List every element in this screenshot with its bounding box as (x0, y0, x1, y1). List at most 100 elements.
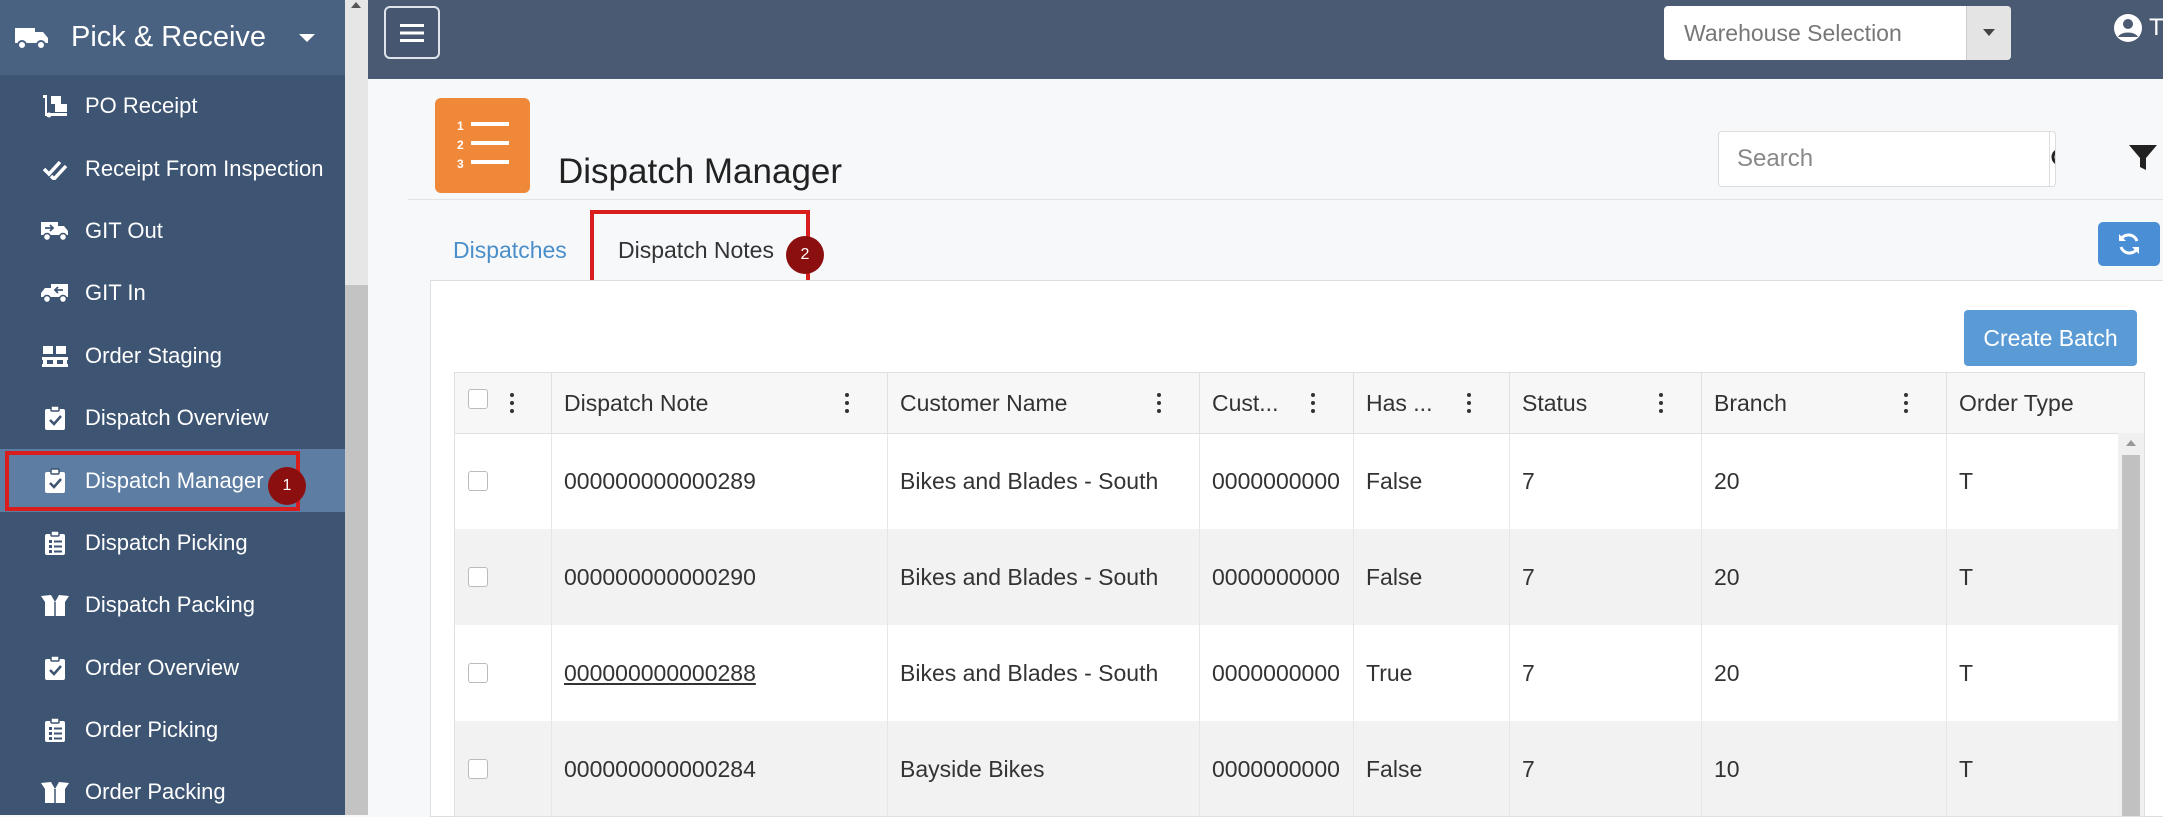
sidebar-item-order-picking[interactable]: Order Picking (0, 699, 345, 761)
cell-cust-value: 0000000000 (1212, 659, 1340, 686)
cell-cust: 0000000000 (1200, 433, 1354, 529)
sidebar-item-label: Order Staging (85, 342, 222, 368)
tab-dispatches[interactable]: Dispatches (453, 237, 567, 264)
truck-out-icon (40, 217, 70, 245)
cell-has: False (1354, 433, 1510, 529)
column-menu-icon[interactable] (1157, 393, 1161, 413)
chevron-down-icon[interactable] (1966, 6, 2011, 60)
cell-status: 7 (1510, 433, 1702, 529)
cell-dispatch-note-value[interactable]: 000000000000288 (564, 660, 756, 687)
sidebar-section-header[interactable]: Pick & Receive (0, 0, 345, 75)
column-header-status[interactable]: Status (1510, 373, 1702, 433)
sidebar-item-order-overview[interactable]: Order Overview (0, 637, 345, 699)
cell-branch-value: 20 (1714, 563, 1740, 590)
sidebar-scroll-thumb[interactable] (345, 285, 368, 815)
table-row[interactable]: 000000000000290 Bikes and Blades - South 0… (455, 529, 2118, 625)
sidebar-item-dispatch-packing[interactable]: Dispatch Packing (0, 574, 345, 636)
column-header-cust[interactable]: Cust... (1200, 373, 1354, 433)
cell-has-value: False (1366, 755, 1423, 782)
cell-has: False (1354, 721, 1510, 816)
sidebar-item-dispatch-overview[interactable]: Dispatch Overview (0, 387, 345, 449)
row-checkbox[interactable] (468, 471, 488, 491)
search-button[interactable] (2049, 132, 2055, 186)
sidebar-item-order-staging[interactable]: Order Staging (0, 325, 345, 387)
row-checkbox[interactable] (468, 567, 488, 587)
svg-text:1: 1 (457, 119, 464, 133)
cell-customer-name: Bikes and Blades - South (888, 433, 1200, 529)
column-menu-icon[interactable] (1904, 393, 1908, 413)
table-row[interactable]: 000000000000288 Bikes and Blades - South 0… (455, 625, 2118, 721)
sidebar-item-dispatch-picking[interactable]: Dispatch Picking (0, 512, 345, 574)
column-menu-icon[interactable] (1311, 393, 1315, 413)
cell-dispatch-note[interactable]: 000000000000288 (552, 625, 888, 721)
filter-icon[interactable] (2128, 144, 2158, 177)
cell-status: 7 (1510, 625, 1702, 721)
refresh-icon (2119, 233, 2139, 255)
cell-dispatch-note-value: 000000000000290 (564, 563, 756, 590)
cell-order-type-value: T (1959, 659, 1974, 686)
cell-has: True (1354, 625, 1510, 721)
column-menu-icon[interactable] (510, 393, 514, 413)
pallet-icon (40, 342, 70, 370)
cell-customer-name-value: Bayside Bikes (900, 755, 1045, 782)
list-ol-icon: 1 2 3 (435, 98, 530, 193)
cell-dispatch-note: 000000000000290 (552, 529, 888, 625)
grid-scroll-thumb[interactable] (2122, 455, 2140, 816)
warehouse-select[interactable]: Warehouse Selection (1664, 6, 2011, 60)
select-all-checkbox[interactable] (468, 389, 488, 409)
column-header-has[interactable]: Has ... (1354, 373, 1510, 433)
cell-branch: 20 (1702, 625, 1947, 721)
cell-customer-name-value: Bikes and Blades - South (900, 563, 1159, 590)
cell-branch: 20 (1702, 529, 1947, 625)
sidebar-item-git-out[interactable]: GIT Out (0, 200, 345, 262)
sidebar-item-receipt-from-inspection[interactable]: Receipt From Inspection (0, 137, 345, 199)
table-row[interactable]: 000000000000289 Bikes and Blades - South 0… (455, 433, 2118, 529)
sidebar-item-label: Order Packing (85, 779, 226, 805)
column-header-branch[interactable]: Branch (1702, 373, 1947, 433)
cell-dispatch-note-value: 000000000000284 (564, 755, 756, 782)
column-menu-icon[interactable] (1659, 393, 1663, 413)
warehouse-select-value: Warehouse Selection (1684, 19, 1902, 46)
cell-has: False (1354, 529, 1510, 625)
cell-dispatch-note: 000000000000284 (552, 721, 888, 816)
sidebar-item-order-packing[interactable]: Order Packing (0, 761, 345, 815)
cell-has-value: False (1366, 563, 1423, 590)
cell-order-type-value: T (1959, 755, 1974, 782)
sidebar-item-git-in[interactable]: GIT In (0, 262, 345, 324)
box-open-icon (40, 778, 70, 806)
cell-customer-name: Bayside Bikes (888, 721, 1200, 816)
cell-status-value: 7 (1522, 563, 1535, 590)
sidebar-scrollbar[interactable] (345, 0, 368, 815)
cell-order-type: T (1947, 721, 2118, 816)
grid-scrollbar[interactable] (2118, 433, 2144, 816)
cell-branch-value: 20 (1714, 659, 1740, 686)
column-header-order-type[interactable]: Order Type (1947, 373, 2144, 433)
clipboard-list-icon (40, 716, 70, 744)
search-input[interactable] (1719, 132, 2049, 186)
sidebar-item-label: Order Picking (85, 717, 219, 743)
column-menu-icon[interactable] (845, 393, 849, 413)
column-header-dispatch-note[interactable]: Dispatch Note (552, 373, 888, 433)
cell-status: 7 (1510, 721, 1702, 816)
refresh-button[interactable] (2098, 222, 2160, 266)
sidebar-item-label: Receipt From Inspection (85, 155, 324, 181)
sidebar-item-po-receipt[interactable]: PO Receipt (0, 75, 345, 137)
cell-select (455, 625, 552, 721)
header-divider (408, 199, 2163, 200)
cell-select (455, 433, 552, 529)
row-checkbox[interactable] (468, 663, 488, 683)
double-check-icon (40, 155, 70, 183)
sidebar-item-label: Dispatch Picking (85, 529, 248, 555)
create-batch-button[interactable]: Create Batch (1964, 310, 2137, 366)
user-menu[interactable]: T (2113, 13, 2163, 43)
row-checkbox[interactable] (468, 759, 488, 779)
cell-dispatch-note: 000000000000289 (552, 433, 888, 529)
hamburger-menu-button[interactable] (384, 6, 440, 59)
column-menu-icon[interactable] (1467, 393, 1471, 413)
column-header-customer-name[interactable]: Customer Name (888, 373, 1200, 433)
cell-order-type: T (1947, 529, 2118, 625)
sidebar: Pick & Receive PO Receipt Receipt From In… (0, 0, 345, 815)
table-row[interactable]: 000000000000284 Bayside Bikes 0000000000 Fa… (455, 721, 2118, 816)
annotation-highlight-box (5, 451, 300, 512)
grid-header: Dispatch Note Customer Name Cust... Has … (455, 373, 2144, 434)
